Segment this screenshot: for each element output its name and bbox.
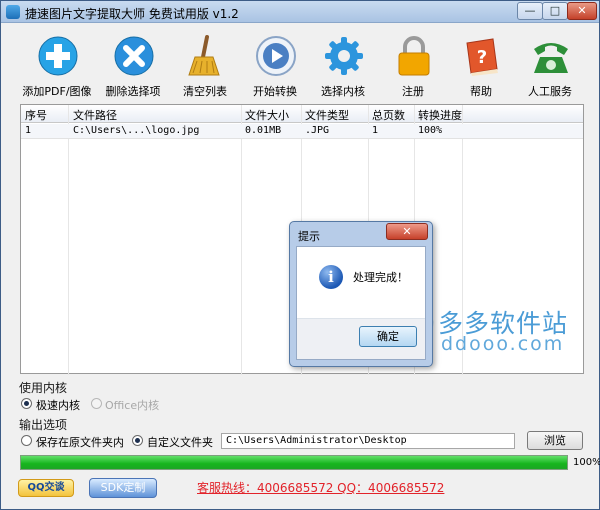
help-label: 帮助 — [470, 85, 492, 98]
delete-selected-label: 删除选择项 — [105, 85, 161, 98]
column-divider — [241, 105, 242, 375]
output-section-label: 输出选项 — [19, 418, 68, 432]
toolbar: 添加PDF/图像 删除选择项 清空列表 开始转换 选择内核 注册 ? 帮助 人工… — [1, 23, 599, 101]
service-hotline-link[interactable]: 客服热线：4006685572 QQ：4006685572 — [197, 479, 444, 496]
gear-icon — [325, 37, 363, 75]
sdk-custom-button[interactable]: SDK定制 — [89, 478, 157, 498]
watermark-url: ddooo.com — [441, 333, 565, 355]
engine-fast-radio[interactable] — [21, 398, 32, 409]
table-header: 序号 文件路径 文件大小 文件类型 总页数 转换进度 — [21, 105, 583, 123]
app-window: 捷速图片文字提取大师 免费试用版 v1.2 — □ ✕ 添加PDF/图像 删除选… — [0, 0, 600, 510]
add-icon — [38, 36, 78, 76]
manual-service-button[interactable]: 人工服务 — [510, 31, 590, 99]
window-title: 捷速图片文字提取大师 免费试用版 v1.2 — [25, 7, 239, 21]
svg-text:?: ? — [477, 47, 487, 68]
col-type[interactable]: 文件类型 — [305, 107, 349, 123]
engine-office-label: Office内核 — [105, 399, 160, 412]
minimize-button[interactable]: — — [517, 2, 543, 20]
help-button[interactable]: ? 帮助 — [441, 31, 521, 99]
col-index[interactable]: 序号 — [25, 107, 47, 123]
dialog-body: i 处理完成！ 确定 — [296, 246, 426, 360]
lock-icon — [398, 36, 430, 76]
engine-fast-label[interactable]: 极速内核 — [36, 397, 80, 413]
maximize-button[interactable]: □ — [542, 2, 568, 20]
cell-path: C:\Users\...\logo.jpg — [73, 125, 200, 136]
cell-size: 0.01MB — [245, 125, 282, 136]
engine-section-label: 使用内核 — [19, 381, 68, 395]
message-dialog: 提示 ✕ i 处理完成！ 确定 — [289, 221, 433, 367]
qq-chat-button[interactable]: QQ交谈 — [18, 479, 74, 497]
engine-office-radio — [91, 398, 102, 409]
dialog-message: 处理完成！ — [353, 271, 408, 284]
custom-folder-label[interactable]: 自定义文件夹 — [147, 434, 213, 450]
col-progress[interactable]: 转换进度 — [418, 107, 462, 123]
delete-icon — [114, 36, 154, 76]
cell-index: 1 — [25, 125, 32, 136]
title-bar: 捷速图片文字提取大师 免费试用版 v1.2 — □ ✕ — [1, 1, 599, 23]
play-icon — [256, 36, 296, 76]
table-row[interactable]: 1 C:\Users\...\logo.jpg 0.01MB .JPG 1 10… — [21, 124, 583, 139]
col-path[interactable]: 文件路径 — [73, 107, 117, 123]
select-engine-label: 选择内核 — [321, 85, 365, 98]
col-pages[interactable]: 总页数 — [372, 107, 405, 123]
app-icon — [6, 5, 20, 19]
broom-icon — [188, 35, 220, 76]
browse-button[interactable]: 浏览 — [527, 431, 583, 450]
cell-type: .JPG — [305, 125, 330, 136]
progress-bar — [20, 455, 568, 470]
ok-button[interactable]: 确定 — [359, 326, 417, 347]
cell-pages: 1 — [372, 125, 379, 136]
delete-selected-button[interactable]: 删除选择项 — [93, 31, 173, 99]
save-original-label[interactable]: 保存在原文件夹内 — [36, 434, 124, 450]
cell-progress: 100% — [418, 125, 443, 136]
progress-fill — [21, 456, 567, 469]
add-pdf-image-label: 添加PDF/图像 — [22, 85, 92, 98]
progress-percent: 100% — [573, 457, 600, 468]
clear-list-label: 清空列表 — [183, 85, 227, 98]
save-original-radio[interactable] — [21, 435, 32, 446]
output-path-field[interactable]: C:\Users\Administrator\Desktop — [221, 433, 515, 449]
custom-folder-radio[interactable] — [132, 435, 143, 446]
help-book-icon: ? — [466, 38, 498, 76]
close-button[interactable]: ✕ — [567, 2, 597, 20]
info-icon: i — [319, 265, 343, 289]
manual-service-label: 人工服务 — [528, 85, 572, 98]
dialog-close-button[interactable]: ✕ — [386, 223, 428, 240]
clear-list-button[interactable]: 清空列表 — [165, 31, 245, 99]
dialog-title: 提示 — [298, 230, 320, 243]
col-size[interactable]: 文件大小 — [245, 107, 289, 123]
column-divider — [68, 105, 69, 375]
select-engine-button[interactable]: 选择内核 — [303, 31, 383, 99]
add-pdf-image-button[interactable]: 添加PDF/图像 — [17, 31, 97, 99]
phone-icon — [534, 43, 568, 73]
